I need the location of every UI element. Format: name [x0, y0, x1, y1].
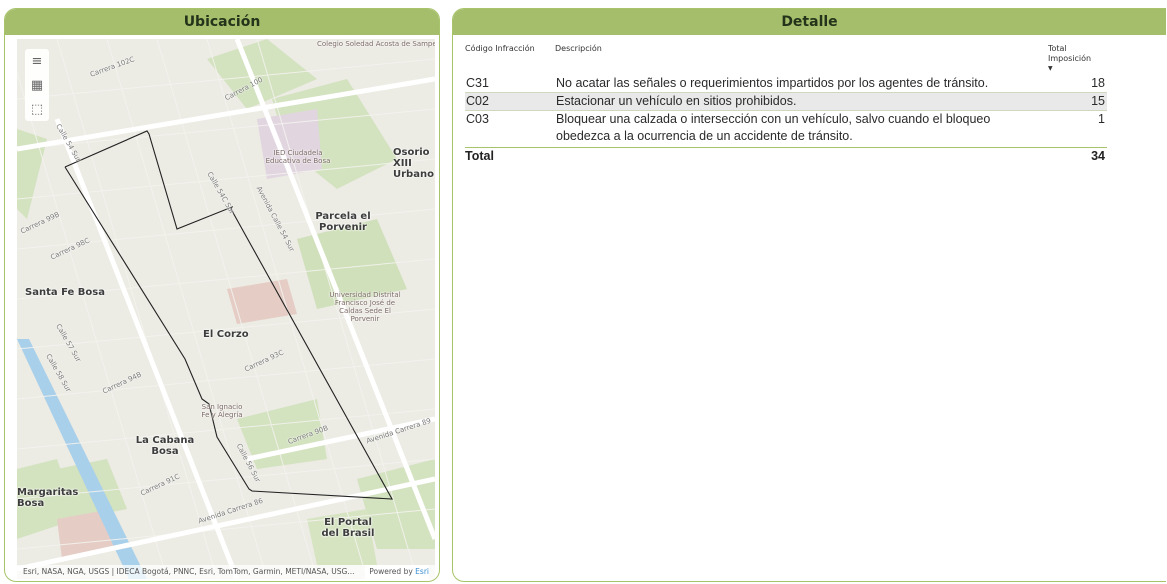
- detail-panel: Detalle Código Infracción Descripción To…: [452, 8, 1166, 582]
- attribution-text: Esri, NASA, NGA, USGS | IDECA Bogotá, PN…: [23, 567, 355, 576]
- detail-panel-title: Detalle: [453, 9, 1166, 35]
- cell-description: Bloquear una calzada o intersección con …: [556, 112, 991, 143]
- table-row[interactable]: C31 No acatar las señales o requerimient…: [465, 75, 1107, 92]
- cell-code: C31: [466, 76, 489, 90]
- map-label-margaritas: Margaritas Bosa: [17, 487, 79, 509]
- map-label-osorio: Osorio XIII Urbano: [393, 147, 434, 180]
- powered-by: Powered by Esri: [365, 565, 429, 579]
- select-region-icon[interactable]: ⬚: [25, 97, 49, 121]
- column-header-total[interactable]: Total Imposición ▼: [1045, 39, 1107, 75]
- cell-total: 15: [1091, 94, 1105, 108]
- map-label-santa-fe: Santa Fe Bosa: [25, 287, 105, 298]
- total-label: Total: [465, 149, 494, 163]
- map-label-san-ignacio: San Ignacio Fe y Alegría: [201, 403, 243, 419]
- total-value: 34: [1091, 149, 1105, 163]
- map-label-parcela: Parcela el Porvenir: [315, 211, 371, 233]
- sort-descending-icon: ▼: [1048, 65, 1053, 72]
- table-header: Código Infracción Descripción Total Impo…: [465, 39, 1107, 75]
- column-header-total-label: Total Imposición: [1048, 44, 1092, 63]
- table-row[interactable]: C02 Estacionar un vehículo en sitios pro…: [465, 92, 1107, 111]
- map-attribution: Esri, NASA, NGA, USGS | IDECA Bogotá, PN…: [17, 565, 435, 579]
- menu-icon[interactable]: ≡: [25, 49, 49, 73]
- esri-link[interactable]: Esri: [415, 567, 429, 576]
- cell-description: Estacionar un vehículo en sitios prohibi…: [556, 94, 797, 108]
- cell-description: No acatar las señales o requerimientos i…: [556, 76, 989, 90]
- cell-total: 18: [1091, 76, 1105, 90]
- column-header-code[interactable]: Código Infracción: [465, 39, 555, 75]
- map-label-portal: El Portal del Brasil: [321, 517, 375, 539]
- map-panel-title: Ubicación: [5, 9, 439, 35]
- map-label-corzo: El Corzo: [203, 329, 249, 340]
- map-view[interactable]: Colegio Soledad Acosta de Samper IED Ciu…: [17, 39, 435, 579]
- map-label-colegio: Colegio Soledad Acosta de Samper: [317, 40, 435, 48]
- legend-grid-icon[interactable]: ▦: [25, 73, 49, 97]
- powered-by-text: Powered by: [369, 567, 413, 576]
- cell-total: 1: [1098, 112, 1105, 126]
- table-row[interactable]: C03 Bloquear una calzada o intersección …: [465, 111, 1107, 145]
- cell-code: C02: [466, 94, 489, 108]
- map-panel: Ubicación Colegio Soledad Acosta de Samp…: [4, 8, 440, 582]
- map-toolbar: ≡ ▦ ⬚: [25, 49, 49, 121]
- total-spacer: [555, 148, 1045, 164]
- table-total-row: Total 34: [465, 147, 1107, 164]
- cell-code: C03: [466, 112, 489, 126]
- map-label-cabana: La Cabana Bosa: [135, 435, 195, 457]
- column-header-description[interactable]: Descripción: [555, 39, 1045, 75]
- detail-table: Código Infracción Descripción Total Impo…: [465, 39, 1107, 164]
- map-label-ied: IED Ciudadela Educativa de Bosa: [265, 149, 331, 165]
- map-label-universidad: Universidad Distrital Francisco José de …: [329, 291, 401, 323]
